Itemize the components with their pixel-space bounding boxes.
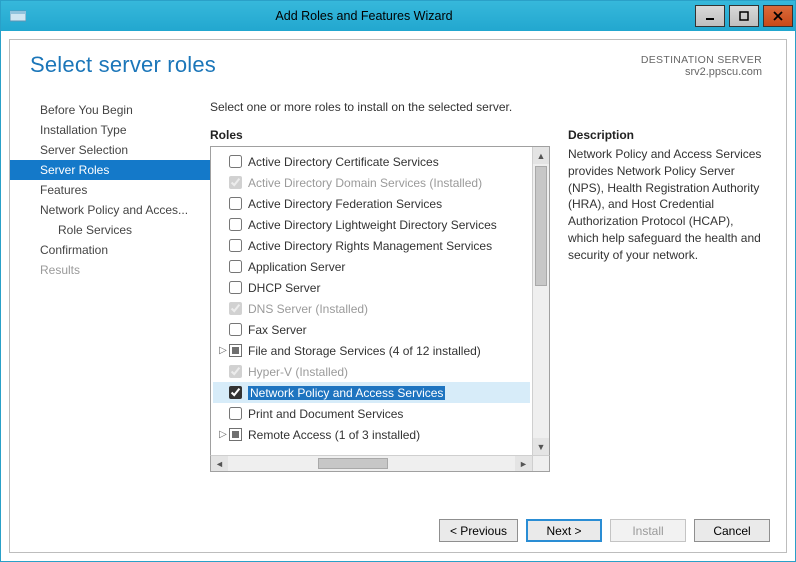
role-label: Active Directory Domain Services (Instal… <box>248 176 482 190</box>
previous-button[interactable]: < Previous <box>439 519 518 542</box>
sidebar-step[interactable]: Role Services <box>10 220 210 240</box>
role-label: Network Policy and Access Services <box>248 386 445 400</box>
window-title: Add Roles and Features Wizard <box>35 9 693 23</box>
scroll-up-arrow-icon[interactable]: ▲ <box>533 147 549 164</box>
role-item: Hyper-V (Installed) <box>213 361 530 382</box>
role-item[interactable]: Application Server <box>213 256 530 277</box>
sidebar-step[interactable]: Confirmation <box>10 240 210 260</box>
role-label: Active Directory Rights Management Servi… <box>248 239 492 253</box>
sidebar-step[interactable]: Features <box>10 180 210 200</box>
role-checkbox[interactable] <box>229 281 242 294</box>
role-label: DNS Server (Installed) <box>248 302 368 316</box>
role-checkbox <box>229 365 242 378</box>
role-label: DHCP Server <box>248 281 320 295</box>
minimize-button[interactable] <box>695 5 725 27</box>
role-item[interactable]: Active Directory Lightweight Directory S… <box>213 214 530 235</box>
sidebar-step[interactable]: Network Policy and Acces... <box>10 200 210 220</box>
role-checkbox[interactable] <box>229 260 242 273</box>
wizard-steps-sidebar: Before You BeginInstallation TypeServer … <box>10 100 210 501</box>
description-header: Description <box>568 128 762 142</box>
role-label: Fax Server <box>248 323 307 337</box>
scroll-right-arrow-icon[interactable]: ► <box>515 456 532 471</box>
role-checkbox[interactable] <box>229 239 242 252</box>
role-item[interactable]: ▷ Remote Access (1 of 3 installed) <box>213 424 530 445</box>
role-label: Remote Access (1 of 3 installed) <box>248 428 420 442</box>
sidebar-step[interactable]: Server Roles <box>10 160 210 180</box>
role-checkbox[interactable] <box>229 155 242 168</box>
page-title: Select server roles <box>30 52 216 78</box>
destination-label: DESTINATION SERVER <box>641 54 762 66</box>
role-label: File and Storage Services (4 of 12 insta… <box>248 344 481 358</box>
horizontal-scrollbar[interactable]: ◄ ► <box>210 455 550 472</box>
scroll-down-arrow-icon[interactable]: ▼ <box>533 438 549 455</box>
vertical-scrollbar[interactable]: ▲ ▼ <box>532 147 549 455</box>
expander-icon[interactable]: ▷ <box>217 429 229 440</box>
role-label: Active Directory Certificate Services <box>248 155 439 169</box>
roles-listbox: Active Directory Certificate Services Act… <box>210 146 550 456</box>
checkbox-partial-icon[interactable] <box>229 428 242 441</box>
destination-server: DESTINATION SERVER srv2.ppscu.com <box>641 54 762 78</box>
sidebar-step: Results <box>10 260 210 280</box>
sidebar-step[interactable]: Before You Begin <box>10 100 210 120</box>
role-checkbox <box>229 302 242 315</box>
wizard-window: Add Roles and Features Wizard Select ser… <box>0 0 796 562</box>
role-item[interactable]: DHCP Server <box>213 277 530 298</box>
role-item[interactable]: Active Directory Rights Management Servi… <box>213 235 530 256</box>
role-label: Active Directory Federation Services <box>248 197 442 211</box>
instruction-text: Select one or more roles to install on t… <box>210 100 766 114</box>
maximize-button[interactable] <box>729 5 759 27</box>
next-button[interactable]: Next > <box>526 519 602 542</box>
role-checkbox[interactable] <box>229 218 242 231</box>
cancel-button[interactable]: Cancel <box>694 519 770 542</box>
role-label: Active Directory Lightweight Directory S… <box>248 218 497 232</box>
role-item[interactable]: Network Policy and Access Services <box>213 382 530 403</box>
role-label: Print and Document Services <box>248 407 403 421</box>
role-label: Application Server <box>248 260 345 274</box>
install-button: Install <box>610 519 686 542</box>
role-item: Active Directory Domain Services (Instal… <box>213 172 530 193</box>
app-icon <box>1 9 35 23</box>
role-item[interactable]: Active Directory Federation Services <box>213 193 530 214</box>
destination-value: srv2.ppscu.com <box>641 66 762 78</box>
wizard-footer: < Previous Next > Install Cancel <box>10 509 786 552</box>
role-label: Hyper-V (Installed) <box>248 365 348 379</box>
scroll-thumb-h[interactable] <box>318 458 388 469</box>
role-checkbox <box>229 176 242 189</box>
role-checkbox[interactable] <box>229 197 242 210</box>
role-item[interactable]: ▷ File and Storage Services (4 of 12 inst… <box>213 340 530 361</box>
role-item: DNS Server (Installed) <box>213 298 530 319</box>
role-item[interactable]: Active Directory Certificate Services <box>213 151 530 172</box>
titlebar[interactable]: Add Roles and Features Wizard <box>1 1 795 31</box>
role-checkbox[interactable] <box>229 407 242 420</box>
role-item[interactable]: Fax Server <box>213 319 530 340</box>
sidebar-step[interactable]: Server Selection <box>10 140 210 160</box>
scroll-left-arrow-icon[interactable]: ◄ <box>211 456 228 471</box>
close-button[interactable] <box>763 5 793 27</box>
sidebar-step[interactable]: Installation Type <box>10 120 210 140</box>
scroll-thumb[interactable] <box>535 166 547 286</box>
expander-icon[interactable]: ▷ <box>217 345 229 356</box>
role-checkbox[interactable] <box>229 323 242 336</box>
role-checkbox[interactable] <box>229 386 242 399</box>
role-item[interactable]: Print and Document Services <box>213 403 530 424</box>
description-text: Network Policy and Access Services provi… <box>568 146 762 264</box>
roles-header: Roles <box>210 128 550 142</box>
checkbox-partial-icon[interactable] <box>229 344 242 357</box>
